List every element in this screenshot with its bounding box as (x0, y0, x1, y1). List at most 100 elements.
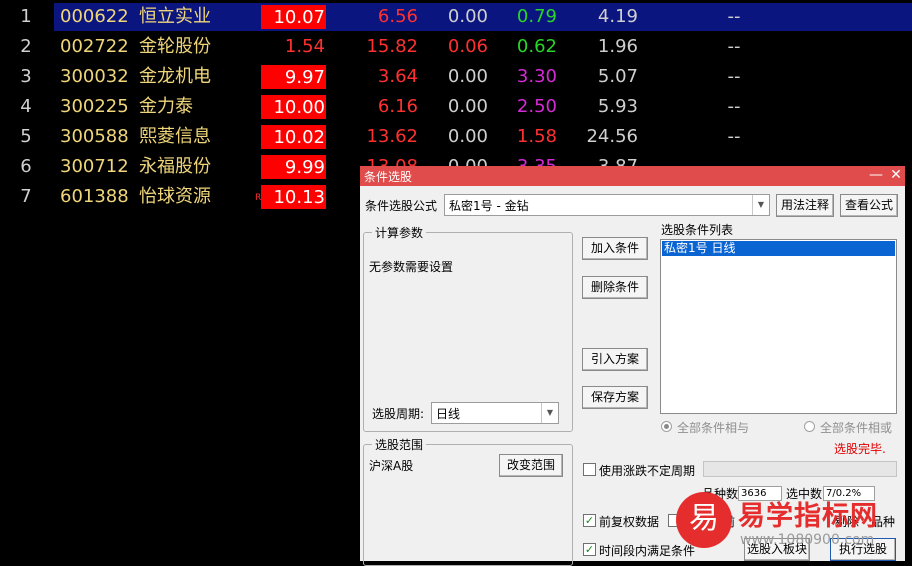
r-marker: R (255, 193, 262, 203)
row-number: 5 (20, 126, 32, 147)
row-number: 6 (20, 156, 32, 177)
radio-and-label: 全部条件相与 (677, 421, 750, 435)
scope-group: 选股范围 沪深A股 改变范围 (363, 436, 573, 566)
formula-value: 私密1号 - 金钻 (449, 199, 529, 213)
logo-icon: 易 (676, 492, 732, 548)
import-plan-button[interactable]: 引入方案 (582, 348, 648, 371)
stock-code: 300588 (60, 126, 129, 147)
params-group-title: 计算参数 (372, 224, 427, 241)
table-row[interactable]: 1 000622 恒立实业 10.07 6.56 0.00 0.79 4.19 -- (0, 1, 912, 31)
col-value-2: 0.00 (447, 66, 488, 87)
price-value: 13.62 (366, 126, 418, 147)
stock-code: 300032 (60, 66, 129, 87)
table-row[interactable]: 3 300032 金龙机电 9.97 3.64 0.00 3.30 5.07 -- (0, 61, 912, 91)
change-percent: 10.02 (261, 125, 326, 149)
pre-adjust-checkbox[interactable]: ✓ (583, 514, 596, 527)
change-percent: 1.54 (284, 36, 325, 57)
stock-name: 恒立实业 (139, 6, 211, 27)
usage-note-button[interactable]: 用法注释 (776, 194, 834, 217)
price-value: 6.16 (377, 96, 418, 117)
stock-code: 000622 (60, 6, 129, 27)
price-value: 6.56 (377, 6, 418, 27)
row-number: 7 (20, 186, 32, 207)
dialog-title: 条件选股 (364, 170, 413, 184)
stock-code: 002722 (60, 36, 129, 57)
dialog-title-bar[interactable]: 条件选股 — ✕ (360, 166, 905, 186)
col-value-5: -- (727, 126, 741, 147)
uncertain-period-label: 使用涨跌不定周期 (599, 464, 696, 478)
row-number: 4 (20, 96, 32, 117)
stock-name: 熙菱信息 (139, 126, 211, 147)
watermark-logo: 易 易学指标网 www.1080900.com (670, 482, 912, 561)
col-value-3: 0.62 (516, 36, 557, 57)
col-value-5: -- (727, 66, 741, 87)
period-label: 选股周期: (372, 407, 425, 421)
pre-adjust-label: 前复权数据 (599, 515, 660, 529)
close-icon[interactable]: ✕ (886, 166, 906, 186)
chevron-down-icon[interactable]: ▼ (752, 195, 769, 215)
table-row[interactable]: 4 300225 金力泰 10.00 6.16 0.00 2.50 5.93 -- (0, 91, 912, 121)
scope-value: 沪深A股 (369, 459, 414, 473)
period-select[interactable]: 日线 ▼ (431, 402, 559, 424)
row-number: 1 (20, 6, 32, 27)
col-value-4: 24.56 (586, 126, 638, 147)
col-value-5: -- (727, 6, 741, 27)
col-value-5: -- (727, 96, 741, 117)
row-number: 3 (20, 66, 32, 87)
change-percent: 9.99 (261, 155, 326, 179)
change-percent: 9.97 (261, 65, 326, 89)
col-value-4: 4.19 (597, 6, 638, 27)
condition-list-label: 选股条件列表 (661, 223, 734, 237)
col-value-4: 5.93 (597, 96, 638, 117)
col-value-2: 0.00 (447, 6, 488, 27)
col-value-2: 0.06 (447, 36, 488, 57)
condition-list-item[interactable]: 私密1号 日线 (662, 241, 895, 256)
logo-url: www.1080900.com (740, 532, 875, 548)
params-group: 计算参数 无参数需要设置 选股周期: 日线 ▼ (363, 224, 573, 432)
stock-name: 金力泰 (139, 96, 193, 117)
stock-name: 金龙机电 (139, 66, 211, 87)
condition-list[interactable]: 私密1号 日线 (660, 239, 897, 414)
radio-or-label: 全部条件相或 (820, 421, 893, 435)
col-value-3: 0.79 (516, 6, 557, 27)
radio-or[interactable] (804, 421, 815, 432)
minimize-icon[interactable]: — (866, 166, 886, 186)
view-formula-button[interactable]: 查看公式 (840, 194, 898, 217)
save-plan-button[interactable]: 保存方案 (582, 386, 648, 409)
change-percent: 10.00 (261, 95, 326, 119)
radio-and[interactable] (661, 421, 672, 432)
stock-name: 永福股份 (139, 156, 211, 177)
formula-select[interactable]: 私密1号 - 金钻 ▼ (444, 194, 770, 216)
col-value-2: 0.00 (447, 96, 488, 117)
chevron-down-icon[interactable]: ▼ (541, 403, 558, 423)
table-row[interactable]: 5 300588 熙菱信息 10.02 13.62 0.00 1.58 24.56 -- (0, 121, 912, 151)
params-text: 无参数需要设置 (369, 260, 454, 274)
change-percent: 10.07 (261, 5, 326, 29)
delete-condition-button[interactable]: 删除条件 (582, 276, 648, 299)
row-number: 2 (20, 36, 32, 57)
logo-name: 易学指标网 (738, 501, 878, 532)
stock-code: 601388 (60, 186, 129, 207)
change-scope-button[interactable]: 改变范围 (499, 454, 563, 477)
table-row[interactable]: 2 002722 金轮股份 1.54 15.82 0.06 0.62 1.96 -- (0, 31, 912, 61)
col-value-5: -- (727, 36, 741, 57)
price-value: 15.82 (366, 36, 418, 57)
uncertain-period-checkbox[interactable] (583, 463, 596, 476)
change-percent: 10.13 (261, 185, 326, 209)
formula-label: 条件选股公式 (365, 199, 438, 213)
add-condition-button[interactable]: 加入条件 (582, 237, 648, 260)
col-value-4: 5.07 (597, 66, 638, 87)
stock-name: 怡球资源 (139, 186, 211, 207)
status-text: 选股完毕. (834, 442, 886, 456)
stock-code: 300225 (60, 96, 129, 117)
col-value-3: 2.50 (516, 96, 557, 117)
col-value-4: 1.96 (597, 36, 638, 57)
col-value-3: 3.30 (516, 66, 557, 87)
scope-group-title: 选股范围 (372, 436, 427, 453)
col-value-3: 1.58 (516, 126, 557, 147)
stock-name: 金轮股份 (139, 36, 211, 57)
col-value-2: 0.00 (447, 126, 488, 147)
stock-code: 300712 (60, 156, 129, 177)
price-value: 3.64 (377, 66, 418, 87)
time-condition-checkbox[interactable]: ✓ (583, 543, 596, 556)
